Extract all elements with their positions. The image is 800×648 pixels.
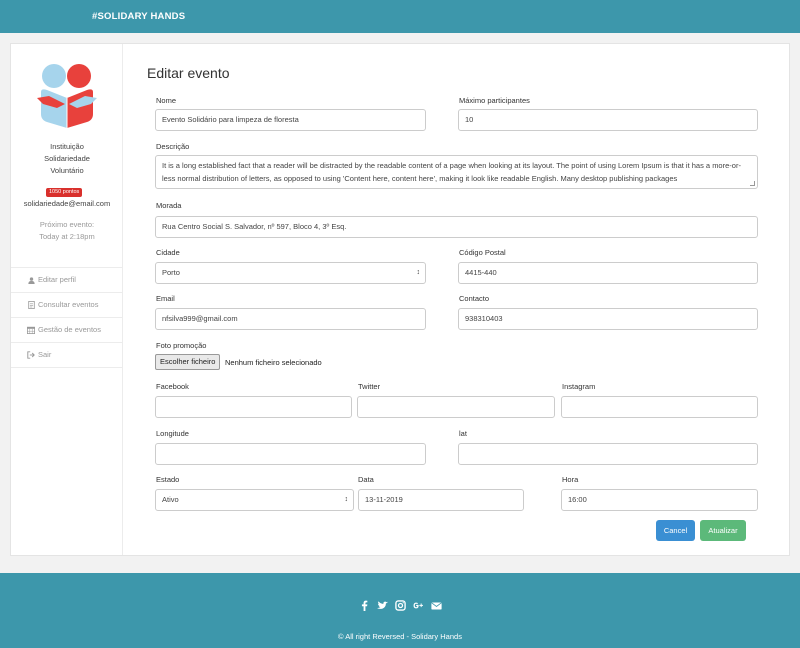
- cidade-select[interactable]: Porto ↕: [155, 262, 426, 284]
- user-icon: [27, 276, 35, 284]
- data-input[interactable]: 13-11-2019: [358, 489, 524, 511]
- document-icon: [27, 301, 35, 309]
- next-event-time: Today at 2:18pm: [39, 232, 95, 241]
- social-links: [0, 600, 800, 611]
- next-event: Próximo evento: Today at 2:18pm: [11, 219, 123, 243]
- main-card: Instituição Solidariedade Voluntário 105…: [10, 43, 790, 556]
- footer: © All right Reversed - Solidary Hands: [0, 573, 800, 648]
- hora-label: Hora: [562, 475, 579, 484]
- next-event-label: Próximo evento:: [39, 220, 95, 229]
- resize-handle-icon[interactable]: [750, 181, 755, 186]
- sidebar-item-label: Consultar eventos: [38, 300, 99, 309]
- instagram-icon[interactable]: [394, 600, 406, 611]
- sidebar-item-logout[interactable]: Sair: [11, 343, 122, 368]
- estado-select[interactable]: Ativo ↕: [155, 489, 354, 511]
- instagram-label: Instagram: [562, 382, 596, 391]
- choose-file-button[interactable]: Escolher ficheiro: [155, 354, 221, 370]
- page-title: Editar evento: [147, 65, 230, 81]
- twitter-label: Twitter: [358, 382, 381, 391]
- morada-label: Morada: [156, 201, 182, 210]
- update-button[interactable]: Atualizar: [700, 520, 746, 541]
- email-field[interactable]: nfsilva999@gmail.com: [155, 308, 426, 330]
- longitude-input[interactable]: [155, 443, 426, 465]
- points-badge: 1050 pontos: [46, 188, 83, 197]
- contacto-label: Contacto: [459, 294, 490, 303]
- lat-label: lat: [459, 429, 467, 438]
- profile-email: solidariedade@email.com: [23, 199, 111, 208]
- sidebar-item-label: Sair: [38, 350, 52, 359]
- facebook-icon[interactable]: [359, 600, 370, 611]
- google-plus-icon[interactable]: [413, 600, 424, 611]
- calendar-icon: [27, 326, 35, 334]
- select-arrows-icon: ↕: [416, 269, 421, 276]
- descricao-label: Descrição: [156, 142, 190, 151]
- codigo-postal-input[interactable]: 4415-440: [458, 262, 758, 284]
- hora-input[interactable]: 16:00: [561, 489, 758, 511]
- cidade-label: Cidade: [156, 248, 180, 257]
- contacto-input[interactable]: 938310403: [458, 308, 758, 330]
- estado-value: Ativo: [162, 495, 179, 504]
- top-navbar: #SOLIDARY HANDS: [0, 0, 800, 33]
- morada-input[interactable]: Rua Centro Social S. Salvador, nº 597, B…: [155, 216, 758, 238]
- twitter-input[interactable]: [357, 396, 555, 418]
- copyright-text: © All right Reversed - Solidary Hands: [338, 632, 462, 641]
- nome-label: Nome: [156, 96, 177, 105]
- select-arrows-icon: ↕: [344, 496, 349, 503]
- email-label: Email: [156, 294, 175, 303]
- foto-label: Foto promoção: [156, 341, 207, 350]
- profile-type: Instituição Solidariedade Voluntário: [11, 141, 123, 177]
- data-label: Data: [358, 475, 374, 484]
- nome-input[interactable]: Evento Solidário para limpeza de florest…: [155, 109, 426, 131]
- profile-line-volunteer: Voluntário: [50, 166, 84, 175]
- longitude-label: Longitude: [156, 429, 189, 438]
- cidade-value: Porto: [162, 268, 180, 277]
- sidebar-item-label: Gestão de eventos: [38, 325, 101, 334]
- max-participantes-input[interactable]: 10: [458, 109, 758, 131]
- sidebar-item-edit-profile[interactable]: Editar perfil: [11, 268, 122, 293]
- facebook-label: Facebook: [156, 382, 189, 391]
- profile-sidebar: Instituição Solidariedade Voluntário 105…: [11, 44, 123, 555]
- profile-line-solidarity: Solidariedade: [44, 154, 90, 163]
- envelope-icon[interactable]: [430, 600, 442, 611]
- sidebar-menu: Editar perfil Consultar eventos Gestão d…: [11, 267, 122, 368]
- descricao-text: It is a long established fact that a rea…: [162, 161, 741, 183]
- instagram-input[interactable]: [561, 396, 758, 418]
- descricao-textarea[interactable]: It is a long established fact that a rea…: [155, 155, 758, 189]
- solidary-hands-logo: [37, 64, 97, 128]
- max-participantes-label: Máximo participantes: [459, 96, 530, 105]
- codigo-postal-label: Código Postal: [459, 248, 506, 257]
- sign-out-icon: [27, 351, 35, 359]
- sidebar-item-label: Editar perfil: [38, 275, 76, 284]
- file-status-text: Nenhum ficheiro selecionado: [225, 358, 322, 367]
- sidebar-item-manage-events[interactable]: Gestão de eventos: [11, 318, 122, 343]
- estado-label: Estado: [156, 475, 180, 484]
- twitter-icon[interactable]: [376, 600, 388, 611]
- brand-logo-text[interactable]: #SOLIDARY HANDS: [92, 11, 185, 22]
- cancel-button[interactable]: Cancel: [656, 520, 695, 541]
- profile-line-institution: Instituição: [50, 142, 84, 151]
- lat-input[interactable]: [458, 443, 758, 465]
- sidebar-item-view-events[interactable]: Consultar eventos: [11, 293, 122, 318]
- facebook-input[interactable]: [155, 396, 352, 418]
